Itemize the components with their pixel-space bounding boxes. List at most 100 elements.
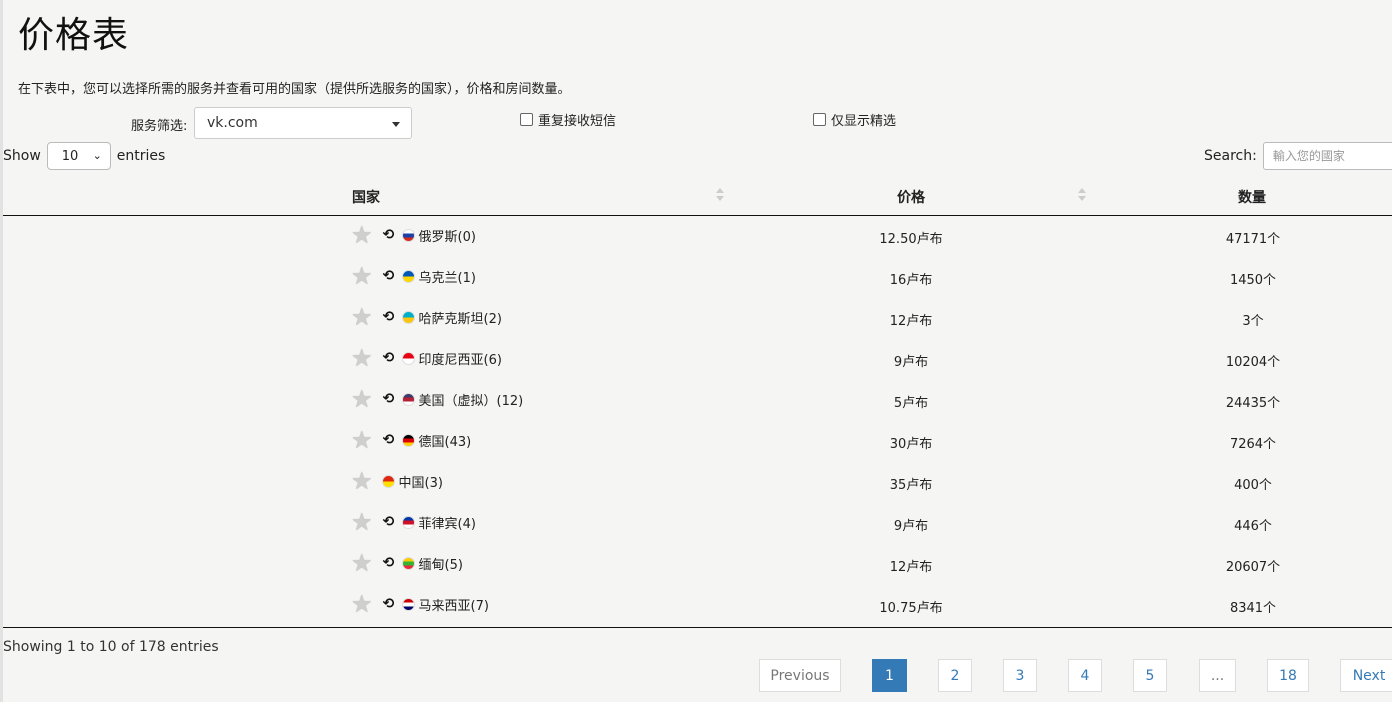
flag-icon bbox=[381, 474, 395, 488]
sort-icon[interactable] bbox=[716, 186, 724, 204]
star-icon[interactable]: ★ bbox=[351, 428, 373, 452]
page-button-5[interactable]: 5 bbox=[1133, 659, 1167, 692]
page-length-value: 10 bbox=[61, 149, 79, 164]
quantity-cell: 20607个 bbox=[1225, 560, 1281, 575]
price-cell: 5卢布 bbox=[893, 396, 929, 411]
flag-icon bbox=[401, 269, 415, 283]
country-cell: ★ ⟲ 哈萨克斯坦(2) bbox=[351, 305, 502, 329]
star-icon[interactable]: ★ bbox=[351, 387, 373, 411]
refresh-icon[interactable]: ⟲ bbox=[382, 432, 396, 448]
refresh-icon[interactable]: ⟲ bbox=[382, 555, 396, 571]
country-cell: ★ ⟲ 印度尼西亚(6) bbox=[351, 346, 502, 370]
country-cell: ★ ⟲ 缅甸(5) bbox=[351, 551, 463, 575]
page-button-4[interactable]: 4 bbox=[1068, 659, 1102, 692]
country-name: 俄罗斯(0) bbox=[418, 229, 476, 245]
flag-icon bbox=[401, 392, 415, 406]
table-row: ★ ⟲ 哈萨克斯坦(2) 12卢布 3个 bbox=[3, 298, 1392, 339]
country-cell: ★ ⟲ 乌克兰(1) bbox=[351, 264, 476, 288]
checkbox-box[interactable] bbox=[813, 113, 826, 126]
column-header-country[interactable]: 国家 bbox=[352, 187, 380, 207]
quantity-cell: 446个 bbox=[1234, 519, 1272, 534]
table-row: ★ ⟲ 马来西亚(7) 10.75卢布 8341个 bbox=[3, 585, 1392, 626]
price-cell: 35卢布 bbox=[889, 478, 933, 493]
quantity-cell: 10204个 bbox=[1225, 355, 1281, 370]
country-name: 中国(3) bbox=[398, 475, 443, 491]
quantity-cell: 8341个 bbox=[1229, 601, 1277, 616]
country-cell: ★ ⟲ 马来西亚(7) bbox=[351, 592, 489, 616]
page-button-3[interactable]: 3 bbox=[1003, 659, 1037, 692]
page-button-2[interactable]: 2 bbox=[938, 659, 972, 692]
service-filter-value: vk.com bbox=[207, 115, 258, 131]
country-cell: ★ ⟲ 德国(43) bbox=[351, 428, 472, 452]
featured-only-checkbox[interactable]: 仅显示精选 bbox=[813, 110, 896, 129]
column-header-price[interactable]: 价格 bbox=[897, 187, 925, 207]
country-name: 马来西亚(7) bbox=[418, 598, 489, 614]
refresh-icon[interactable]: ⟲ bbox=[382, 350, 396, 366]
star-icon[interactable]: ★ bbox=[351, 469, 373, 493]
page-title: 价格表 bbox=[18, 15, 130, 56]
star-icon[interactable]: ★ bbox=[351, 264, 373, 288]
refresh-icon[interactable]: ⟲ bbox=[382, 391, 396, 407]
star-icon[interactable]: ★ bbox=[351, 223, 373, 247]
checkbox-box[interactable] bbox=[520, 113, 533, 126]
show-label: Show bbox=[3, 148, 41, 164]
country-cell: ★ ⟲ 美国（虚拟）(12) bbox=[351, 387, 524, 411]
country-name: 缅甸(5) bbox=[418, 557, 463, 573]
flag-icon bbox=[401, 310, 415, 324]
star-icon[interactable]: ★ bbox=[351, 346, 373, 370]
search-input[interactable]: 輸入您的國家 bbox=[1262, 142, 1392, 170]
page-length-select[interactable]: 10 ⌄ bbox=[46, 142, 111, 170]
star-icon[interactable]: ★ bbox=[351, 551, 373, 575]
table-row: ★ ⟲ 印度尼西亚(6) 9卢布 10204个 bbox=[3, 339, 1392, 380]
previous-button[interactable]: Previous bbox=[759, 659, 841, 692]
next-button[interactable]: Next bbox=[1340, 659, 1392, 692]
repeat-sms-checkbox[interactable]: 重复接收短信 bbox=[520, 110, 616, 129]
table-row: ★ 中国(3) 35卢布 400个 bbox=[3, 462, 1392, 503]
refresh-icon[interactable]: ⟲ bbox=[382, 268, 396, 284]
star-icon[interactable]: ★ bbox=[351, 305, 373, 329]
column-header-quantity[interactable]: 数量 bbox=[1238, 187, 1266, 207]
country-name: 菲律宾(4) bbox=[418, 516, 476, 532]
country-cell: ★ 中国(3) bbox=[351, 469, 443, 493]
flag-icon bbox=[401, 597, 415, 611]
page-button-1[interactable]: 1 bbox=[872, 659, 907, 692]
flag-icon bbox=[401, 228, 415, 242]
service-filter-label: 服务筛选: bbox=[131, 119, 188, 134]
quantity-cell: 400个 bbox=[1234, 478, 1272, 493]
price-cell: 12卢布 bbox=[889, 314, 933, 329]
refresh-icon[interactable]: ⟲ bbox=[382, 514, 396, 530]
quantity-cell: 3个 bbox=[1242, 314, 1264, 329]
country-cell: ★ ⟲ 菲律宾(4) bbox=[351, 510, 476, 534]
star-icon[interactable]: ★ bbox=[351, 592, 373, 616]
country-name: 德国(43) bbox=[418, 434, 472, 450]
search-label: Search: bbox=[1204, 148, 1257, 164]
table-row: ★ ⟲ 美国（虚拟）(12) 5卢布 24435个 bbox=[3, 380, 1392, 421]
sort-icon[interactable] bbox=[1078, 186, 1086, 204]
price-cell: 10.75卢布 bbox=[879, 601, 943, 616]
table-row: ★ ⟲ 俄罗斯(0) 12.50卢布 47171个 bbox=[3, 216, 1392, 257]
table-body: ★ ⟲ 俄罗斯(0) 12.50卢布 47171个 ★ ⟲ 乌克兰(1) 16卢布 1450个 ★ ⟲… bbox=[3, 216, 1392, 628]
quantity-cell: 24435个 bbox=[1225, 396, 1281, 411]
price-cell: 30卢布 bbox=[889, 437, 933, 452]
pagination-ellipsis: ... bbox=[1199, 659, 1236, 692]
entries-label: entries bbox=[116, 148, 166, 164]
service-filter-select[interactable]: vk.com bbox=[194, 107, 412, 139]
page-button-18[interactable]: 18 bbox=[1267, 659, 1309, 692]
country-name: 印度尼西亚(6) bbox=[418, 352, 502, 368]
price-cell: 12卢布 bbox=[889, 560, 933, 575]
price-cell: 12.50卢布 bbox=[879, 232, 943, 247]
quantity-cell: 1450个 bbox=[1229, 273, 1277, 288]
flag-icon bbox=[401, 351, 415, 365]
star-icon[interactable]: ★ bbox=[351, 510, 373, 534]
price-cell: 9卢布 bbox=[893, 355, 929, 370]
chevron-down-icon: ⌄ bbox=[92, 149, 102, 162]
refresh-icon[interactable]: ⟲ bbox=[382, 596, 396, 612]
price-cell: 9卢布 bbox=[893, 519, 929, 534]
country-name: 美国（虚拟）(12) bbox=[418, 393, 524, 409]
refresh-icon[interactable]: ⟲ bbox=[382, 309, 396, 325]
table-header: 国家 价格 数量 bbox=[3, 177, 1392, 216]
country-name: 哈萨克斯坦(2) bbox=[418, 311, 502, 327]
page-length-control: Show 10 ⌄ entries bbox=[3, 142, 165, 170]
refresh-icon[interactable]: ⟲ bbox=[382, 227, 396, 243]
flag-icon bbox=[401, 433, 415, 447]
